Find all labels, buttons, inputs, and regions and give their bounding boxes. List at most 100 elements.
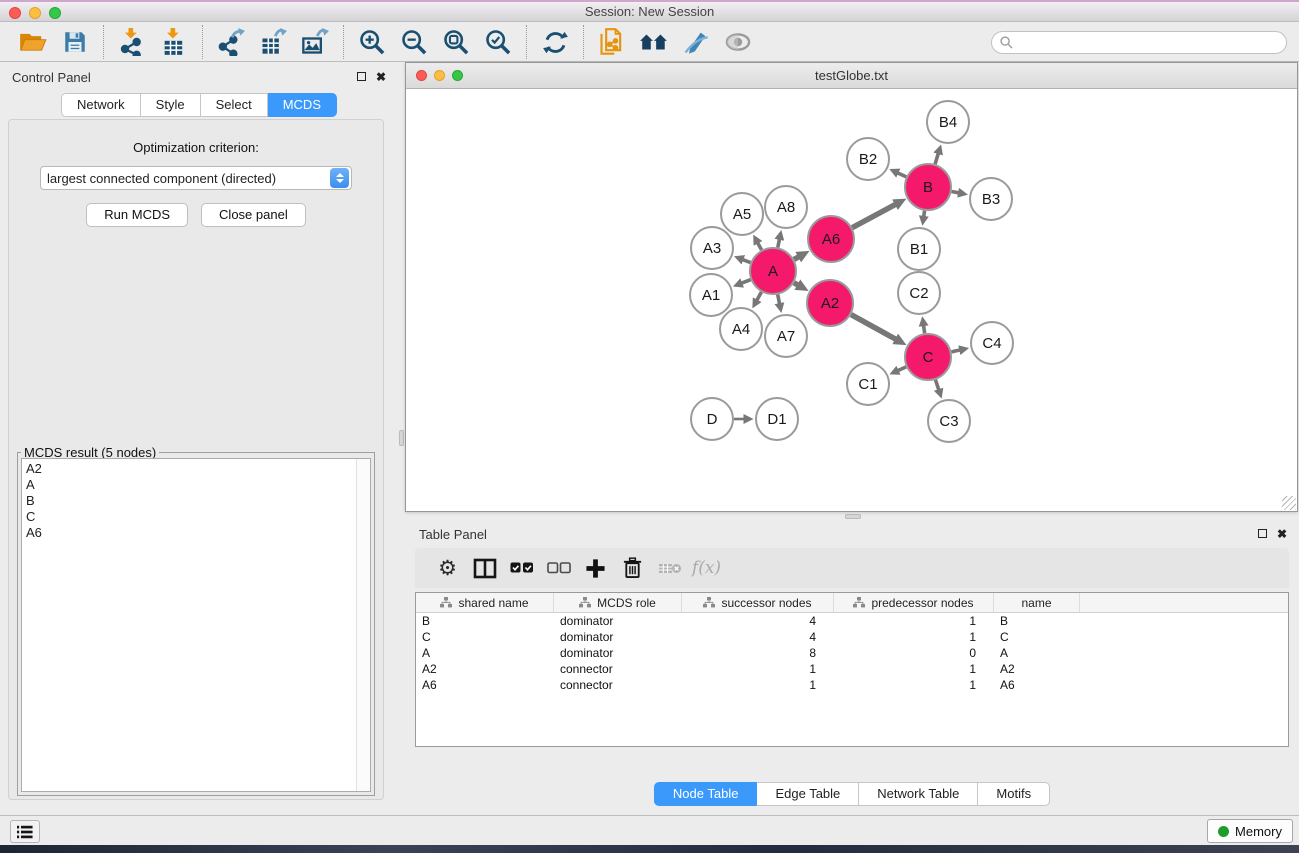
table-row[interactable]: Adominator80A [416,645,1288,661]
edge-A-A2[interactable] [794,283,798,285]
export-image-button[interactable] [294,26,336,58]
edge-A-A6[interactable] [794,257,799,260]
show-hide-button[interactable] [717,26,759,58]
vertical-splitter[interactable] [399,62,404,815]
select-all-columns-button[interactable] [503,552,540,584]
close-panel-button[interactable]: Close panel [201,203,306,227]
close-panel-icon[interactable]: ✖ [376,71,386,83]
edge-C-C1[interactable] [898,367,906,371]
minimize-window-button[interactable] [29,7,41,19]
graph-node-A8[interactable]: A8 [765,186,807,228]
graph-node-A4[interactable]: A4 [720,308,762,350]
column-header-shared-name[interactable]: shared name [416,593,554,612]
add-column-button[interactable] [577,552,614,584]
mcds-result-item[interactable]: A [26,477,370,493]
table-row[interactable]: Cdominator41C [416,629,1288,645]
clone-network-button[interactable] [591,26,633,58]
graph-node-A1[interactable]: A1 [690,274,732,316]
tab-edge-table[interactable]: Edge Table [757,782,859,806]
scrollbar-track[interactable] [356,459,370,791]
close-window-button[interactable] [9,7,21,19]
graph-node-A2[interactable]: A2 [807,280,853,326]
mcds-result-item[interactable]: A6 [26,525,370,541]
graph-node-C[interactable]: C [905,334,951,380]
search-field[interactable] [991,31,1287,54]
graph-node-D1[interactable]: D1 [756,398,798,440]
graph-node-B2[interactable]: B2 [847,138,889,180]
zoom-out-button[interactable] [393,26,435,58]
edge-B-B2[interactable] [898,173,906,177]
function-builder-button[interactable]: f(x) [688,552,725,584]
edge-A-A4[interactable] [757,292,761,300]
tab-motifs[interactable]: Motifs [978,782,1050,806]
zoom-selected-button[interactable] [477,26,519,58]
zoom-window-button[interactable] [49,7,61,19]
graph-node-A7[interactable]: A7 [765,315,807,357]
refresh-button[interactable] [534,26,576,58]
zoom-in-button[interactable] [351,26,393,58]
edge-A-A3[interactable] [743,260,751,263]
mcds-result-item[interactable]: B [26,493,370,509]
mcds-result-item[interactable]: A2 [26,461,370,477]
style-visibility-button[interactable] [675,26,717,58]
graph-node-B1[interactable]: B1 [898,228,940,270]
graph-node-A5[interactable]: A5 [721,193,763,235]
edge-A2-C[interactable] [851,315,896,340]
tab-node-table[interactable]: Node Table [654,782,758,806]
column-header-name[interactable]: name [994,593,1080,612]
graph-node-C2[interactable]: C2 [898,272,940,314]
edge-A-A1[interactable] [742,280,751,283]
network-window-titlebar[interactable]: testGlobe.txt [406,63,1297,89]
graph-node-C4[interactable]: C4 [971,322,1013,364]
mcds-result-list[interactable]: A2ABCA6 [21,458,371,792]
tab-mcds[interactable]: MCDS [268,93,337,117]
edge-B-B3[interactable] [952,191,959,192]
home-button[interactable] [633,26,675,58]
criterion-dropdown[interactable]: largest connected component (directed) [40,166,352,190]
zoom-fit-button[interactable] [435,26,477,58]
export-network-button[interactable] [210,26,252,58]
task-history-button[interactable] [10,820,40,843]
edge-A-A7[interactable] [778,295,780,304]
edge-C-C3[interactable] [935,380,938,390]
graph-node-C1[interactable]: C1 [847,363,889,405]
float-panel-icon[interactable] [357,71,366,83]
close-network-button[interactable] [416,70,427,81]
tab-network[interactable]: Network [61,93,141,117]
resize-grip-icon[interactable] [1282,496,1296,510]
table-row[interactable]: A2connector11A2 [416,661,1288,677]
float-table-panel-icon[interactable] [1258,528,1267,540]
tab-style[interactable]: Style [141,93,201,117]
save-session-button[interactable] [54,26,96,58]
graph-node-A3[interactable]: A3 [691,227,733,269]
graph-node-B[interactable]: B [905,164,951,210]
graph-node-D[interactable]: D [691,398,733,440]
graph-node-C3[interactable]: C3 [928,400,970,442]
open-session-button[interactable] [12,26,54,58]
table-settings-button[interactable]: ⚙ [429,552,466,584]
table-row[interactable]: A6connector11A6 [416,677,1288,693]
edge-A-A8[interactable] [778,239,780,247]
split-columns-button[interactable] [466,552,503,584]
delete-column-button[interactable] [614,552,651,584]
edge-C-C4[interactable] [951,350,959,352]
edge-C-C2[interactable] [924,326,925,334]
graph-node-B4[interactable]: B4 [927,101,969,143]
zoom-network-button[interactable] [452,70,463,81]
deselect-all-columns-button[interactable] [540,552,577,584]
run-mcds-button[interactable]: Run MCDS [86,203,188,227]
tab-select[interactable]: Select [201,93,268,117]
graph-node-A6[interactable]: A6 [808,216,854,262]
table-row[interactable]: Bdominator41B [416,613,1288,629]
import-network-button[interactable] [111,26,153,58]
edge-B-B4[interactable] [935,154,938,165]
column-header-MCDS-role[interactable]: MCDS role [554,593,682,612]
edge-A-A5[interactable] [758,243,762,250]
export-table-button[interactable] [252,26,294,58]
graph-node-B3[interactable]: B3 [970,178,1012,220]
column-header-successor-nodes[interactable]: successor nodes [682,593,834,612]
edge-B-B1[interactable] [924,211,925,217]
network-canvas[interactable]: AA1A2A3A4A5A6A7A8BB1B2B3B4CC1C2C3C4DD1 [406,90,1297,511]
tab-network-table[interactable]: Network Table [859,782,978,806]
memory-button[interactable]: Memory [1207,819,1293,843]
